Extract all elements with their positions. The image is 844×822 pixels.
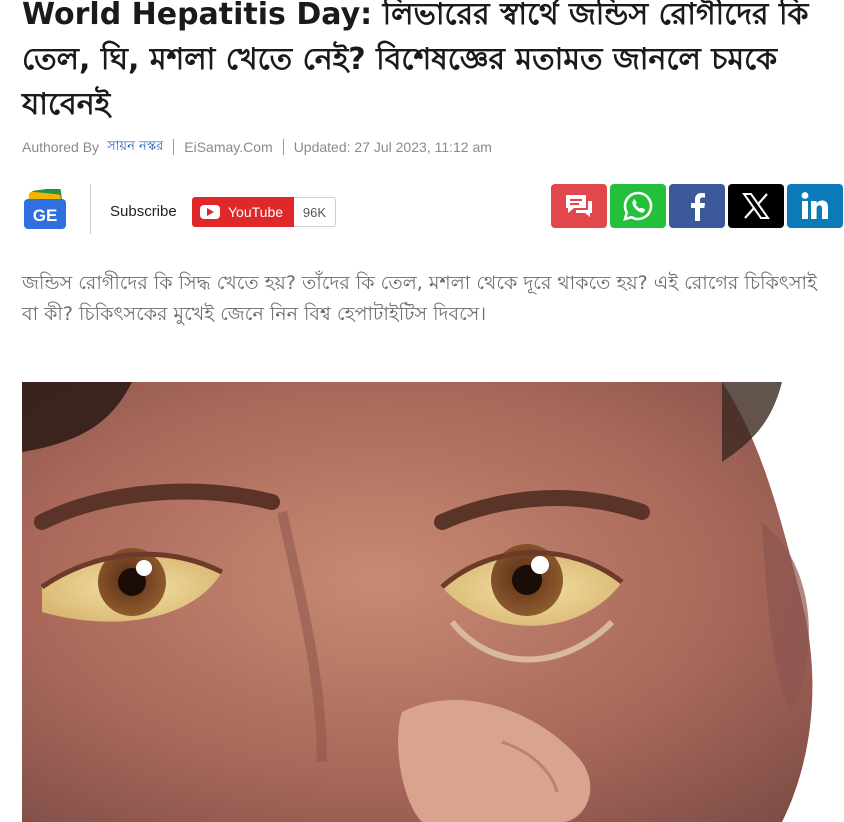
youtube-label: YouTube bbox=[228, 204, 284, 220]
article-summary: জন্ডিস রোগীদের কি সিদ্ধ খেতে হয়? তাঁদের… bbox=[22, 272, 817, 325]
google-news-icon[interactable]: GE bbox=[22, 189, 72, 231]
article-headline: World Hepatitis Day: লিভারের স্বার্থে জন… bbox=[22, 0, 809, 122]
subscribe-label: Subscribe bbox=[110, 203, 177, 220]
authored-by-label: Authored By bbox=[22, 139, 100, 155]
byline: Authored By সায়ন নস্কর EiSamay.Com Upda… bbox=[22, 137, 492, 157]
byline-divider bbox=[173, 139, 175, 155]
divider bbox=[90, 184, 91, 234]
updated-timestamp: Updated: 27 Jul 2023, 11:12 am bbox=[293, 139, 492, 155]
hero-image bbox=[22, 382, 842, 822]
facebook-icon bbox=[691, 193, 705, 221]
x-icon bbox=[742, 193, 770, 219]
linkedin-share-button[interactable] bbox=[787, 184, 843, 228]
whatsapp-icon bbox=[623, 191, 653, 221]
comment-icon bbox=[566, 195, 592, 217]
source-name: EiSamay.Com bbox=[184, 139, 273, 155]
youtube-subscriber-count: 96K bbox=[294, 197, 336, 227]
byline-divider bbox=[282, 139, 284, 155]
youtube-subscribe-button[interactable]: YouTube bbox=[192, 197, 294, 227]
linkedin-icon bbox=[801, 192, 828, 219]
youtube-icon bbox=[200, 205, 220, 219]
svg-text:GE: GE bbox=[33, 206, 58, 225]
social-bar: GE Subscribe YouTube 96K bbox=[22, 184, 843, 234]
face-photo bbox=[22, 382, 842, 822]
whatsapp-share-button[interactable] bbox=[610, 184, 666, 228]
author-link[interactable]: সায়ন নস্কর bbox=[107, 137, 163, 158]
x-share-button[interactable] bbox=[728, 184, 784, 228]
facebook-share-button[interactable] bbox=[669, 184, 725, 228]
comments-button[interactable] bbox=[551, 184, 607, 228]
